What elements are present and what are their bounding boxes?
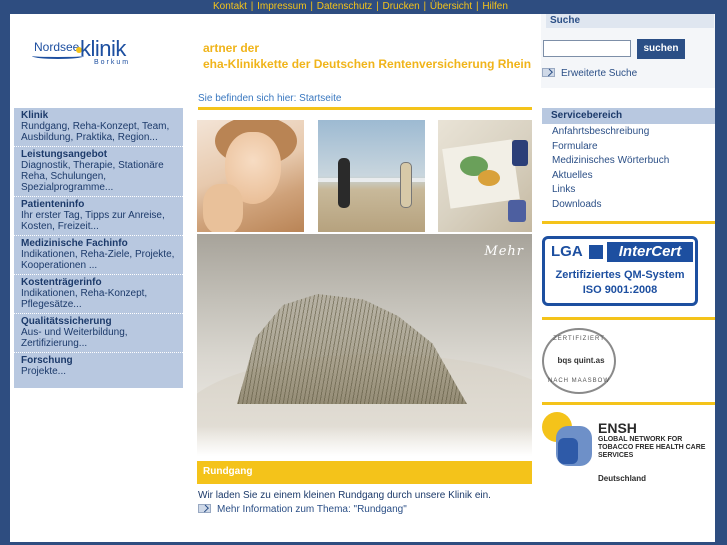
nav-item-desc: Aus- und Weiterbildung, Zertifizierung..… [21,327,128,349]
intercert-line2: ISO 9001:2008 [582,284,658,296]
divider [542,402,715,405]
quintas-name: bqs quint.as [557,356,605,365]
nav-item-desc: Indikationen, Reha-Konzept, Pflegesätze.… [21,288,148,310]
top-nav: Kontakt | Impressum | Datenschutz | Druc… [0,0,727,14]
clinic-logo[interactable]: Nordsee klinik Borkum [32,36,162,74]
advanced-search-link[interactable]: Erweiterte Suche [542,68,637,79]
divider [198,107,532,110]
breadcrumb: Sie befinden sich hier: Startseite [198,93,342,104]
divider [542,317,715,320]
photo-beach-walk[interactable] [318,120,425,232]
nav-item-desc: Rundgang, Reha-Konzept, Team, Ausbildung… [21,121,170,143]
ensh-country: Deutschland [598,474,647,483]
quintas-bottom: NACH MAASBOW [547,378,610,384]
divider [542,221,715,224]
nav-item-desc: Projekte... [21,366,67,377]
nav-item-title: Qualitätssicherung [21,316,112,327]
banner-line-2: eha-Klinikkette der Deutschen Rentenvers… [203,57,532,71]
nav-item-title: Forschung [21,355,73,366]
photo-jar [512,140,528,166]
top-nav-separator: | [250,1,254,12]
header-banner: artner der eha-Klinikkette der Deutschen… [203,40,533,74]
hero-grass [237,294,467,404]
intercert-lga: LGA [551,243,583,260]
logo-location: Borkum [94,59,131,66]
nav-item-qualitaetssicherung[interactable]: Qualitätssicherung Aus- und Weiterbildun… [14,314,183,353]
logo-text-left: Nordsee [34,40,80,54]
advanced-search-label: Erweiterte Suche [561,68,638,79]
photo-smiling-woman[interactable] [197,120,304,232]
ensh-logo[interactable]: ENSH GLOBAL NETWORK FOR TOBACCO FREE HEA… [542,412,715,492]
top-nav-uebersicht[interactable]: Übersicht [430,1,472,12]
quintas-top: ZERTIFIZIERT [553,336,605,342]
nav-item-desc: Diagnostik, Therapie, Stationäre Reha, S… [21,160,164,193]
top-nav-separator: | [310,1,313,12]
ensh-title: ENSH [598,420,637,436]
ensh-shape-icon [558,438,578,464]
arrow-link-icon [198,504,211,513]
top-nav-separator: | [376,1,379,12]
search-input[interactable] [543,40,631,57]
top-nav-separator: | [423,1,427,12]
top-nav-hilfen[interactable]: Hilfen [482,1,508,12]
nav-item-medizinische-fachinfo[interactable]: Medizinische Fachinfo Indikationen, Reha… [14,236,183,275]
photo-paint [478,170,500,186]
nav-item-klinik[interactable]: Klinik Rundgang, Reha-Konzept, Team, Aus… [14,108,183,147]
nav-item-desc: Ihr erster Tag, Tipps zur Anreise, Koste… [21,210,165,232]
service-item-formulare[interactable]: Formulare [542,140,715,155]
nav-item-title: Klinik [21,110,49,121]
nav-item-title: Medizinische Fachinfo [21,238,128,249]
arrow-link-icon [542,68,555,77]
logo-wave-icon [32,53,84,59]
photo-person [400,162,412,208]
nav-item-title: Kostenträgerinfo [21,277,102,288]
rundgang-heading: Rundgang [197,461,532,484]
top-nav-separator: | [475,1,479,12]
intercert-line1: Zertifiziertes QM-System [555,269,685,281]
nav-item-title: Patienteninfo [21,199,85,210]
nav-item-desc: Indikationen, Reha-Ziele, Projekte, Koop… [21,249,175,271]
photo-painting[interactable] [438,120,532,232]
intercert-badge[interactable]: LGA InterCert Zertifiziertes QM-System I… [542,236,698,306]
photo-jar [508,200,526,222]
lga-box-icon [589,245,603,259]
top-nav-datenschutz[interactable]: Datenschutz [317,1,373,12]
top-nav-impressum[interactable]: Impressum [257,1,306,12]
top-nav-drucken[interactable]: Drucken [382,1,419,12]
service-item-links[interactable]: Links [542,183,715,198]
photo-hand [203,184,243,232]
nav-item-forschung[interactable]: Forschung Projekte... [14,353,183,380]
nav-item-leistungsangebot[interactable]: Leistungsangebot Diagnostik, Therapie, S… [14,147,183,197]
rundgang-more-link[interactable]: Mehr Information zum Thema: "Rundgang" [198,504,407,515]
search-button[interactable]: suchen [637,39,685,59]
nav-item-patienteninfo[interactable]: Patienteninfo Ihr erster Tag, Tipps zur … [14,197,183,236]
service-item-downloads[interactable]: Downloads [542,198,715,213]
service-item-aktuelles[interactable]: Aktuelles [542,169,715,184]
main-navigation: Klinik Rundgang, Reha-Konzept, Team, Aus… [14,108,183,388]
nav-item-kostentraegerinfo[interactable]: Kostenträgerinfo Indikationen, Reha-Konz… [14,275,183,314]
banner-line-1: artner der [203,41,260,55]
ensh-subtitle: GLOBAL NETWORK FOR TOBACCO FREE HEALTH C… [598,436,706,459]
photo-person [338,158,350,208]
search-title: Suche [546,14,714,28]
rundgang-text: Wir laden Sie zu einem kleinen Rundgang … [198,490,491,501]
service-title: Servicebereich [542,108,715,124]
service-item-anfahrt[interactable]: Anfahrtsbeschreibung [542,125,715,140]
hero-dune-image[interactable]: Mehr [197,234,532,456]
service-item-woerterbuch[interactable]: Medizinisches Wörterbuch [542,154,715,169]
intercert-brand: InterCert [607,242,693,262]
hero-more-link[interactable]: Mehr [484,244,524,259]
quintas-seal[interactable]: ZERTIFIZIERT bqs quint.as NACH MAASBOW [542,328,616,394]
nav-item-title: Leistungsangebot [21,149,108,160]
page-container: Nordsee klinik Borkum artner der eha-Kli… [10,14,715,542]
service-list: Anfahrtsbeschreibung Formulare Medizinis… [542,125,715,212]
rundgang-link-label: Mehr Information zum Thema: "Rundgang" [217,504,407,515]
top-nav-kontakt[interactable]: Kontakt [213,1,247,12]
hero-fade [197,426,532,456]
